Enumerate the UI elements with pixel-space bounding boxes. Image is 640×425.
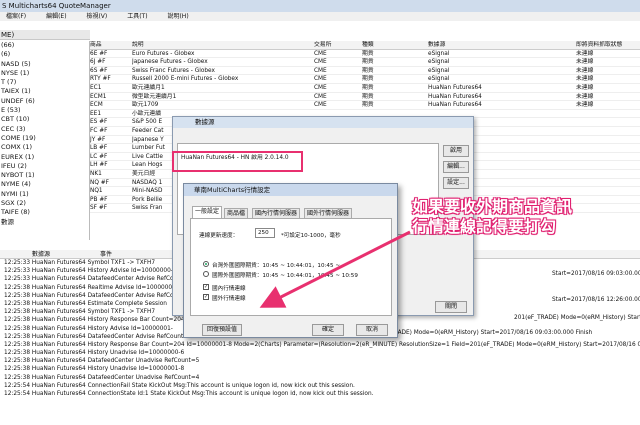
annotation-line-2: 行情連線記得要打勾 [412,217,557,236]
annotation-line-1: 如果要收外期商品資訊 [412,197,573,216]
annotation-text: 如果要收外期商品資訊 行情連線記得要打勾 [412,197,637,237]
